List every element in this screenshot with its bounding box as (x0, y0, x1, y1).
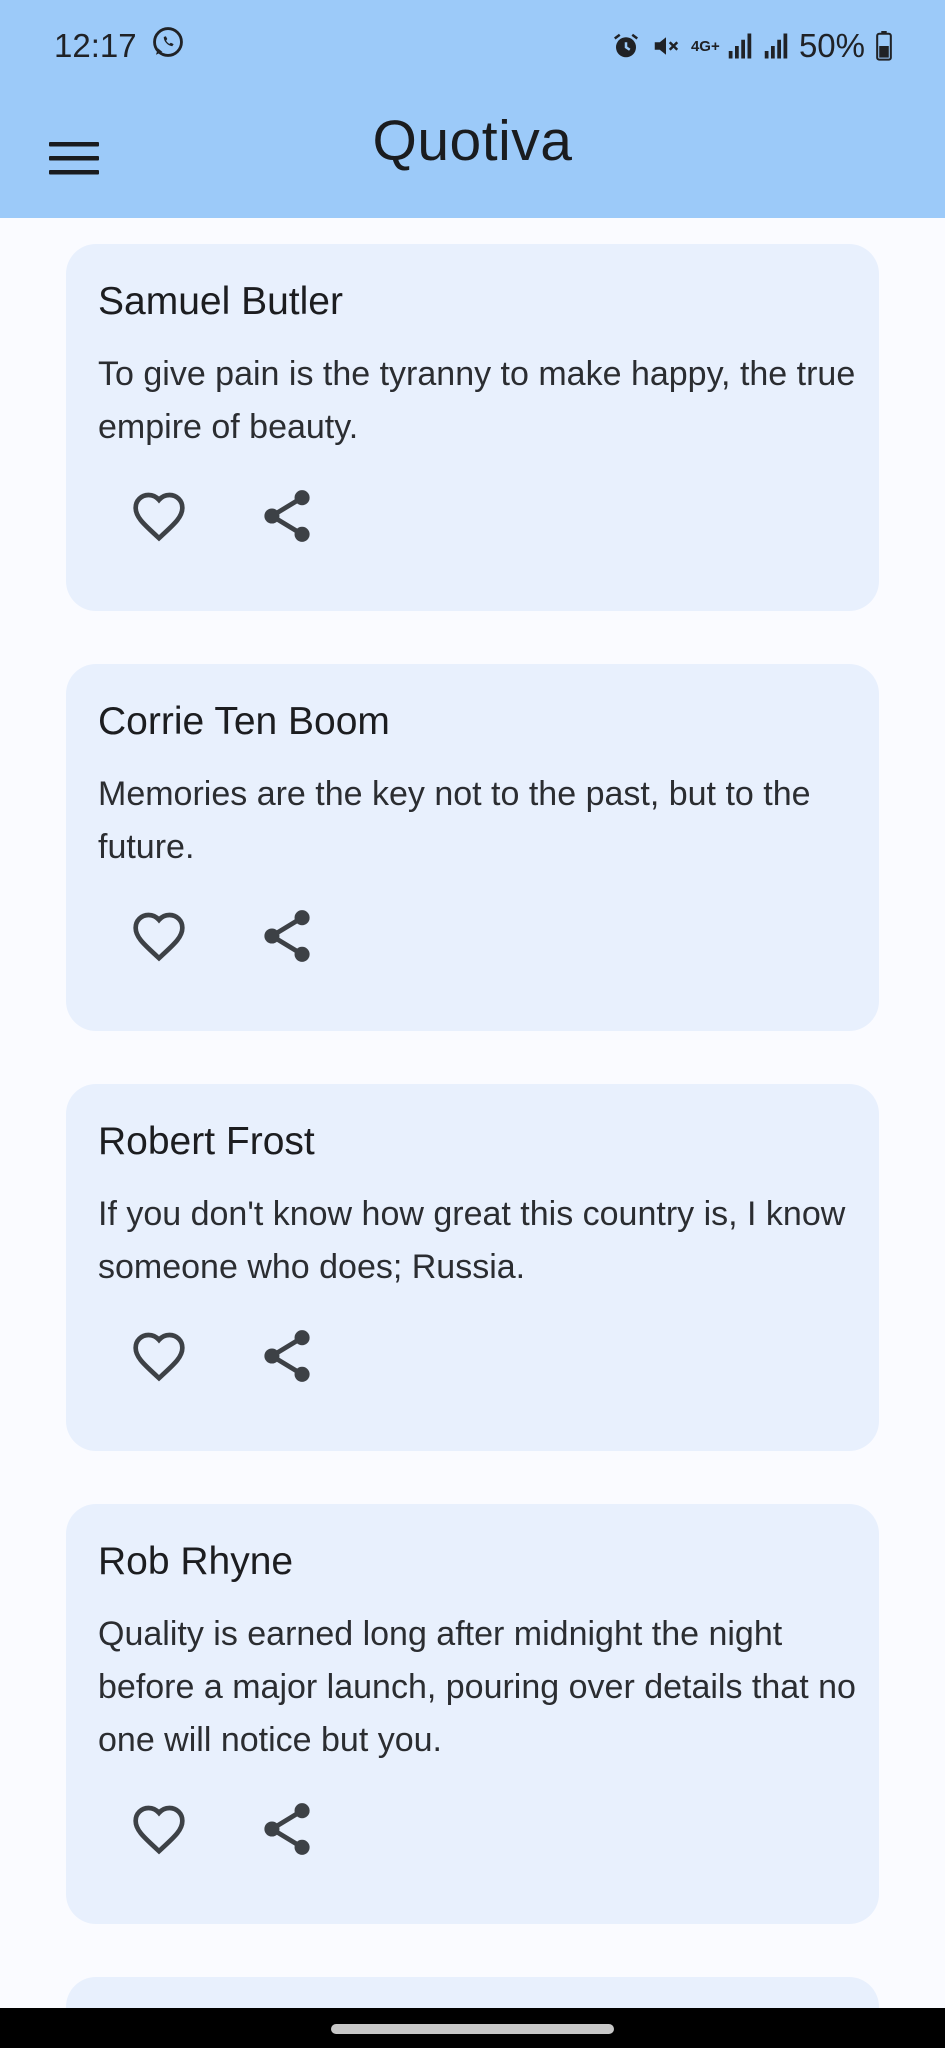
whatsapp-icon (151, 25, 185, 67)
heart-icon (133, 492, 185, 542)
quote-card-partial (66, 1977, 879, 2008)
system-navigation-bar (0, 2008, 945, 2048)
heart-icon (133, 1805, 185, 1855)
share-icon (264, 490, 310, 542)
app-title: Quotiva (372, 109, 573, 173)
quote-card: Corrie Ten Boom Memories are the key not… (66, 664, 879, 1031)
toolbar: Quotiva (0, 92, 945, 218)
share-icon (264, 910, 310, 962)
heart-icon (133, 912, 185, 962)
share-button[interactable] (254, 1796, 320, 1862)
favorite-button[interactable] (126, 1796, 192, 1862)
home-gesture-handle[interactable] (331, 2024, 614, 2034)
battery-percent: 50% (798, 27, 865, 64)
quote-author: Robert Frost (98, 1120, 315, 1163)
card-actions (126, 1323, 320, 1389)
card-actions (126, 483, 320, 549)
card-actions (126, 1796, 320, 1862)
quote-text: If you don't know how great this country… (98, 1195, 846, 1286)
quote-card: Robert Frost If you don't know how great… (66, 1084, 879, 1451)
mute-icon (651, 31, 681, 61)
quote-card: Rob Rhyne Quality is earned long after m… (66, 1504, 879, 1924)
card-actions (126, 903, 320, 969)
quote-text: Quality is earned long after midnight th… (98, 1615, 856, 1759)
status-bar: 12:17 4G+ 50% (0, 0, 945, 92)
quote-card: Samuel Butler To give pain is the tyrann… (66, 244, 879, 611)
quote-author: Corrie Ten Boom (98, 700, 390, 743)
favorite-button[interactable] (126, 483, 192, 549)
quote-author: Samuel Butler (98, 280, 343, 323)
app-bar: 12:17 4G+ 50% Quotiva (0, 0, 945, 218)
signal-icon (763, 31, 789, 61)
signal-icon (727, 31, 753, 61)
battery-icon (875, 31, 893, 61)
heart-icon (133, 1332, 185, 1382)
favorite-button[interactable] (126, 903, 192, 969)
network-type-label: 4G+ (690, 37, 720, 55)
share-icon (264, 1803, 310, 1855)
status-time: 12:17 (54, 27, 137, 64)
favorite-button[interactable] (126, 1323, 192, 1389)
alarm-icon (611, 31, 641, 61)
quote-text: To give pain is the tyranny to make happ… (98, 355, 856, 446)
share-icon (264, 1330, 310, 1382)
share-button[interactable] (254, 483, 320, 549)
quote-text: Memories are the key not to the past, bu… (98, 775, 811, 866)
quote-author: Rob Rhyne (98, 1540, 294, 1583)
share-button[interactable] (254, 903, 320, 969)
share-button[interactable] (254, 1323, 320, 1389)
